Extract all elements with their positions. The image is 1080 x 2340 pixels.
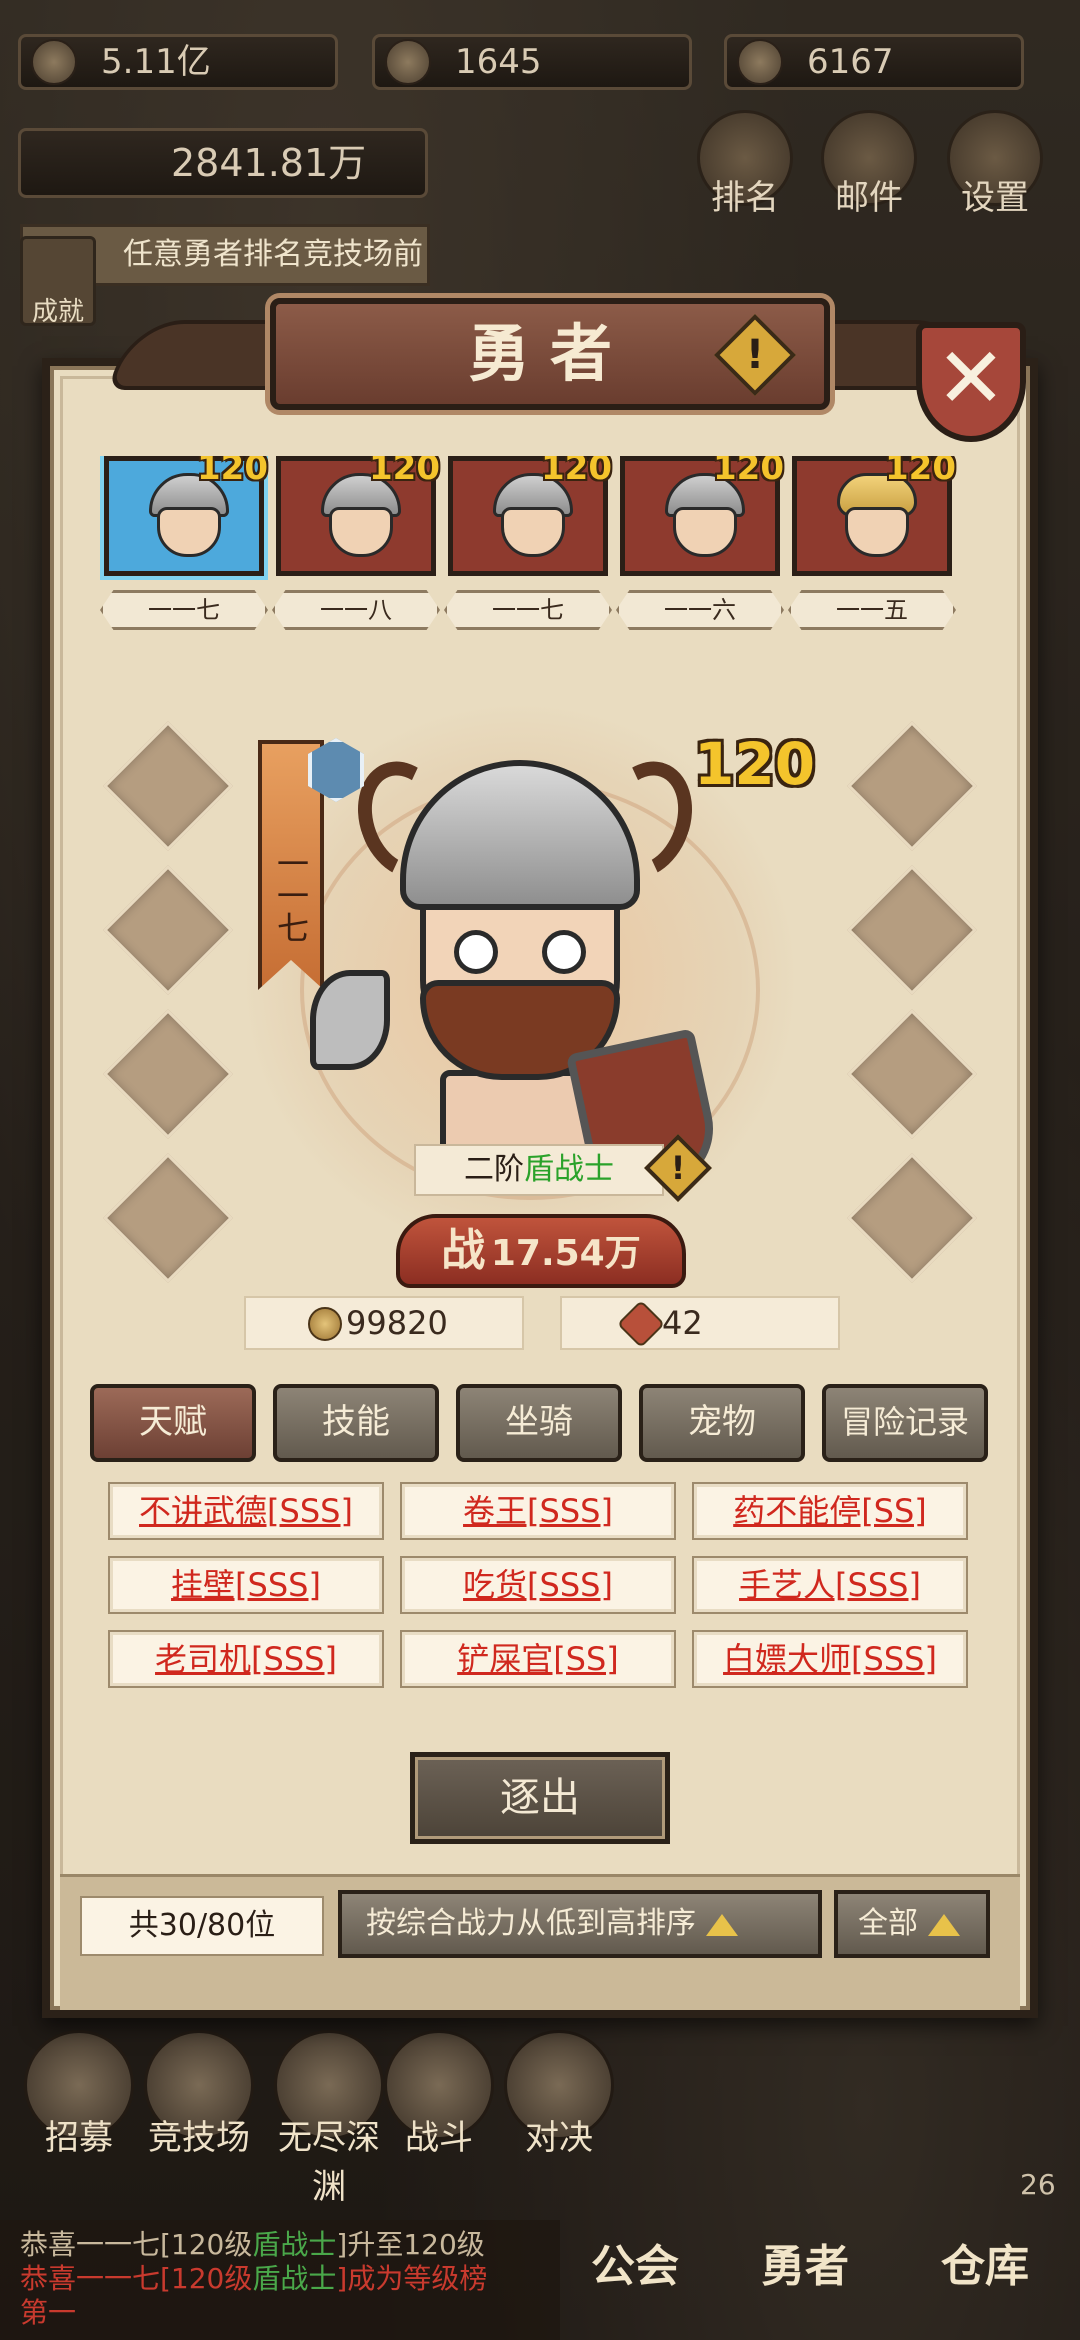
hero-level: 120 <box>885 456 956 488</box>
tab-skill[interactable]: 技能 <box>273 1384 439 1462</box>
total-power: 2841.81万 <box>18 128 428 198</box>
gold-value: 5.11亿 <box>101 42 211 82</box>
hero-tabs: 天赋 技能 坐骑 宠物 冒险记录 <box>90 1384 990 1464</box>
hero-level: 120 <box>713 456 784 488</box>
total-power-value: 2841.81万 <box>171 141 367 185</box>
talent-item[interactable]: 不讲武德[SSS] <box>108 1482 384 1540</box>
filter-label: 全部 <box>858 1906 918 1941</box>
expel-button[interactable]: 逐出 <box>410 1752 670 1844</box>
talent-item[interactable]: 白嫖大师[SSS] <box>692 1630 968 1688</box>
tab-guild[interactable]: 公会 <box>560 2230 710 2294</box>
hero-power: 战 17.54万 <box>396 1214 686 1288</box>
close-button[interactable]: ✕ <box>916 322 1026 442</box>
stamina-value: 6167 <box>807 42 894 82</box>
nav-duel[interactable]: 对决 <box>504 2030 614 2159</box>
achievement-label: 成就 <box>31 297 84 327</box>
fragment-icon <box>616 1299 666 1349</box>
nav-recruit[interactable]: 招募 <box>24 2030 134 2159</box>
hero-card[interactable]: 120 一一七 <box>444 456 612 630</box>
nav-ranking-label: 排名 <box>711 178 779 218</box>
tab-pet[interactable]: 宠物 <box>639 1384 805 1462</box>
sort-button[interactable]: 按综合战力从低到高排序 <box>338 1890 822 1958</box>
talent-item[interactable]: 药不能停[SS] <box>692 1482 968 1540</box>
talent-item[interactable]: 手艺人[SSS] <box>692 1556 968 1614</box>
talent-item[interactable]: 铲屎官[SS] <box>400 1630 676 1688</box>
tab-adventure-log[interactable]: 冒险记录 <box>822 1384 988 1462</box>
coin-icon <box>308 1307 342 1341</box>
nav-abyss[interactable]: 无尽深渊 <box>274 2030 384 2208</box>
stamina-icon <box>737 39 783 85</box>
hero-name: 一一八 <box>272 590 440 630</box>
nav-mail-label: 邮件 <box>835 178 903 218</box>
ticker-line-1: 恭喜一一七[120级盾战士]升至120级 <box>20 2228 485 2261</box>
nav-battle-label: 战斗 <box>405 2118 473 2158</box>
tab-talent[interactable]: 天赋 <box>90 1384 256 1462</box>
hero-card[interactable]: 120 一一八 <box>272 456 440 630</box>
arrow-up-icon <box>928 1913 960 1936</box>
warehouse-badge: 26 <box>1020 2168 1056 2201</box>
hero-card[interactable]: 120 一一五 <box>788 456 956 630</box>
hero-level: 120 <box>541 456 612 488</box>
tab-mount[interactable]: 坐骑 <box>456 1384 622 1462</box>
hero-card[interactable]: 120 一一七 <box>100 456 268 630</box>
tab-heroes[interactable]: 勇者 <box>730 2230 880 2294</box>
talent-item[interactable]: 老司机[SSS] <box>108 1630 384 1688</box>
hero-name: 一一六 <box>616 590 784 630</box>
nav-abyss-label: 无尽深渊 <box>278 2118 380 2207</box>
hero-level: 120 <box>197 456 268 488</box>
filter-button[interactable]: 全部 <box>834 1890 990 1958</box>
axe-icon <box>310 970 390 1070</box>
hero-card[interactable]: 120 一一六 <box>616 456 784 630</box>
nav-arena-label: 竞技场 <box>148 2118 250 2158</box>
coin-stat: 99820 <box>244 1296 524 1350</box>
nav-recruit-label: 招募 <box>45 2118 113 2158</box>
nav-mail[interactable]: 邮件 <box>814 110 924 219</box>
talent-item[interactable]: 挂壁[SSS] <box>108 1556 384 1614</box>
sort-label: 按综合战力从低到高排序 <box>366 1906 696 1941</box>
quest-text: 任意勇者排名竞技场前 <box>123 237 423 272</box>
hero-figure[interactable] <box>310 740 750 1202</box>
ticker-line-3: 第一 <box>20 2296 77 2329</box>
ticker-line-2: 恭喜一一七[120级盾战士]成为等级榜 <box>20 2262 488 2295</box>
hero-name: 一一七 <box>100 590 268 630</box>
nav-settings[interactable]: 设置 <box>940 110 1050 219</box>
nav-duel-label: 对决 <box>525 2118 593 2158</box>
news-ticker: 恭喜一一七[120级盾战士]升至120级 恭喜一一七[120级盾战士]成为等级榜… <box>0 2220 560 2340</box>
arrow-up-icon <box>706 1913 738 1936</box>
hero-roster: 120 一一七 120 一一八 120 一一七 120 一一六 120 一一五 <box>100 456 990 676</box>
hero-level: 120 <box>369 456 440 488</box>
gem-counter[interactable]: 1645 <box>372 34 692 90</box>
stamina-counter[interactable]: 6167 <box>724 34 1024 90</box>
achievement-button[interactable]: 成就 <box>20 236 96 327</box>
hero-name: 一一五 <box>788 590 956 630</box>
gold-counter[interactable]: 5.11亿 <box>18 34 338 90</box>
fragment-stat: 42 <box>560 1296 840 1350</box>
selected-hero-level: 120 <box>694 730 816 798</box>
hero-class: 二阶盾战士 <box>414 1144 664 1196</box>
hero-count: 共30/80位 <box>80 1896 324 1956</box>
talent-item[interactable]: 卷王[SSS] <box>400 1482 676 1540</box>
gem-icon <box>385 39 431 85</box>
nav-battle[interactable]: 战斗 <box>384 2030 494 2159</box>
close-icon: ✕ <box>935 329 1007 427</box>
tab-warehouse[interactable]: 仓库 <box>910 2230 1060 2294</box>
nav-ranking[interactable]: 排名 <box>690 110 800 219</box>
nav-settings-label: 设置 <box>961 178 1029 218</box>
hero-name: 一一七 <box>444 590 612 630</box>
gem-value: 1645 <box>455 42 542 82</box>
talent-item[interactable]: 吃货[SSS] <box>400 1556 676 1614</box>
nav-arena[interactable]: 竞技场 <box>144 2030 254 2159</box>
coin-icon <box>31 39 77 85</box>
